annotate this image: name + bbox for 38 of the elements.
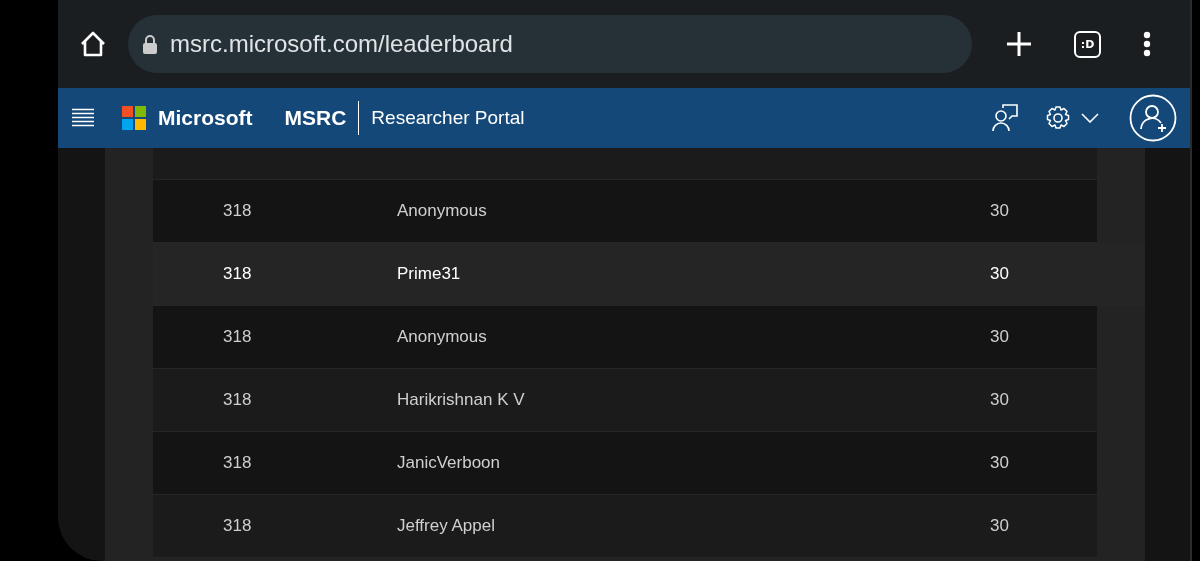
- rank-cell-text: 318: [223, 516, 253, 536]
- rank-cell-text: 318: [223, 201, 253, 221]
- add-user-icon[interactable]: [1129, 94, 1177, 142]
- researcher-cell-text: Anonymous: [397, 201, 488, 221]
- menu-icon[interactable]: [72, 108, 94, 128]
- rank-cell-text: 318: [223, 327, 253, 347]
- researcher-cell-text: Prime31: [397, 264, 462, 284]
- lock-icon: [142, 34, 158, 54]
- settings-icon[interactable]: [1045, 105, 1071, 131]
- rank-cell-text: 318: [223, 264, 253, 284]
- more-icon[interactable]: [1143, 31, 1151, 57]
- site-name[interactable]: MSRC: [284, 101, 360, 135]
- rank-cell-text: 318: [223, 453, 253, 473]
- rank-cell-text: 318: [223, 390, 253, 410]
- researcher-cell-text: Jeffrey Appel: [397, 516, 496, 536]
- table-row[interactable]: 318 Anonymous 30: [153, 306, 1097, 369]
- table-row[interactable]: 318 Anonymous 30: [153, 180, 1097, 243]
- score-cell: 30: [990, 201, 1009, 221]
- portal-name[interactable]: Researcher Portal: [371, 107, 525, 129]
- table-row[interactable]: 318 JanicVerboon 30: [153, 432, 1097, 495]
- researcher-cell-text: Harikrishnan K V: [397, 390, 526, 410]
- person-chat-icon[interactable]: [991, 104, 1019, 132]
- score-cell: 30: [990, 264, 1009, 284]
- table-row[interactable]: 318 Harikrishnan K V 30: [153, 369, 1097, 432]
- researcher-cell-text: JanicVerboon: [397, 453, 502, 473]
- table-row[interactable]: 318 Jeffrey Appel 30: [153, 495, 1097, 558]
- researcher-cell-text: Anonymous: [397, 327, 488, 347]
- tab-switcher-button[interactable]: :D: [1074, 30, 1101, 58]
- score-cell: 30: [990, 390, 1009, 410]
- score-cell: 30: [990, 516, 1009, 536]
- score-cell: 30: [990, 453, 1009, 473]
- logo-icon: [122, 106, 146, 130]
- address-bar[interactable]: msrc.microsoft.com/leaderboard: [128, 15, 972, 73]
- score-cell: 30: [990, 327, 1009, 347]
- plus-icon[interactable]: [1006, 31, 1032, 57]
- chevron-down-icon[interactable]: [1081, 113, 1099, 123]
- brand-name[interactable]: Microsoft: [158, 106, 253, 130]
- home-icon[interactable]: [79, 30, 107, 58]
